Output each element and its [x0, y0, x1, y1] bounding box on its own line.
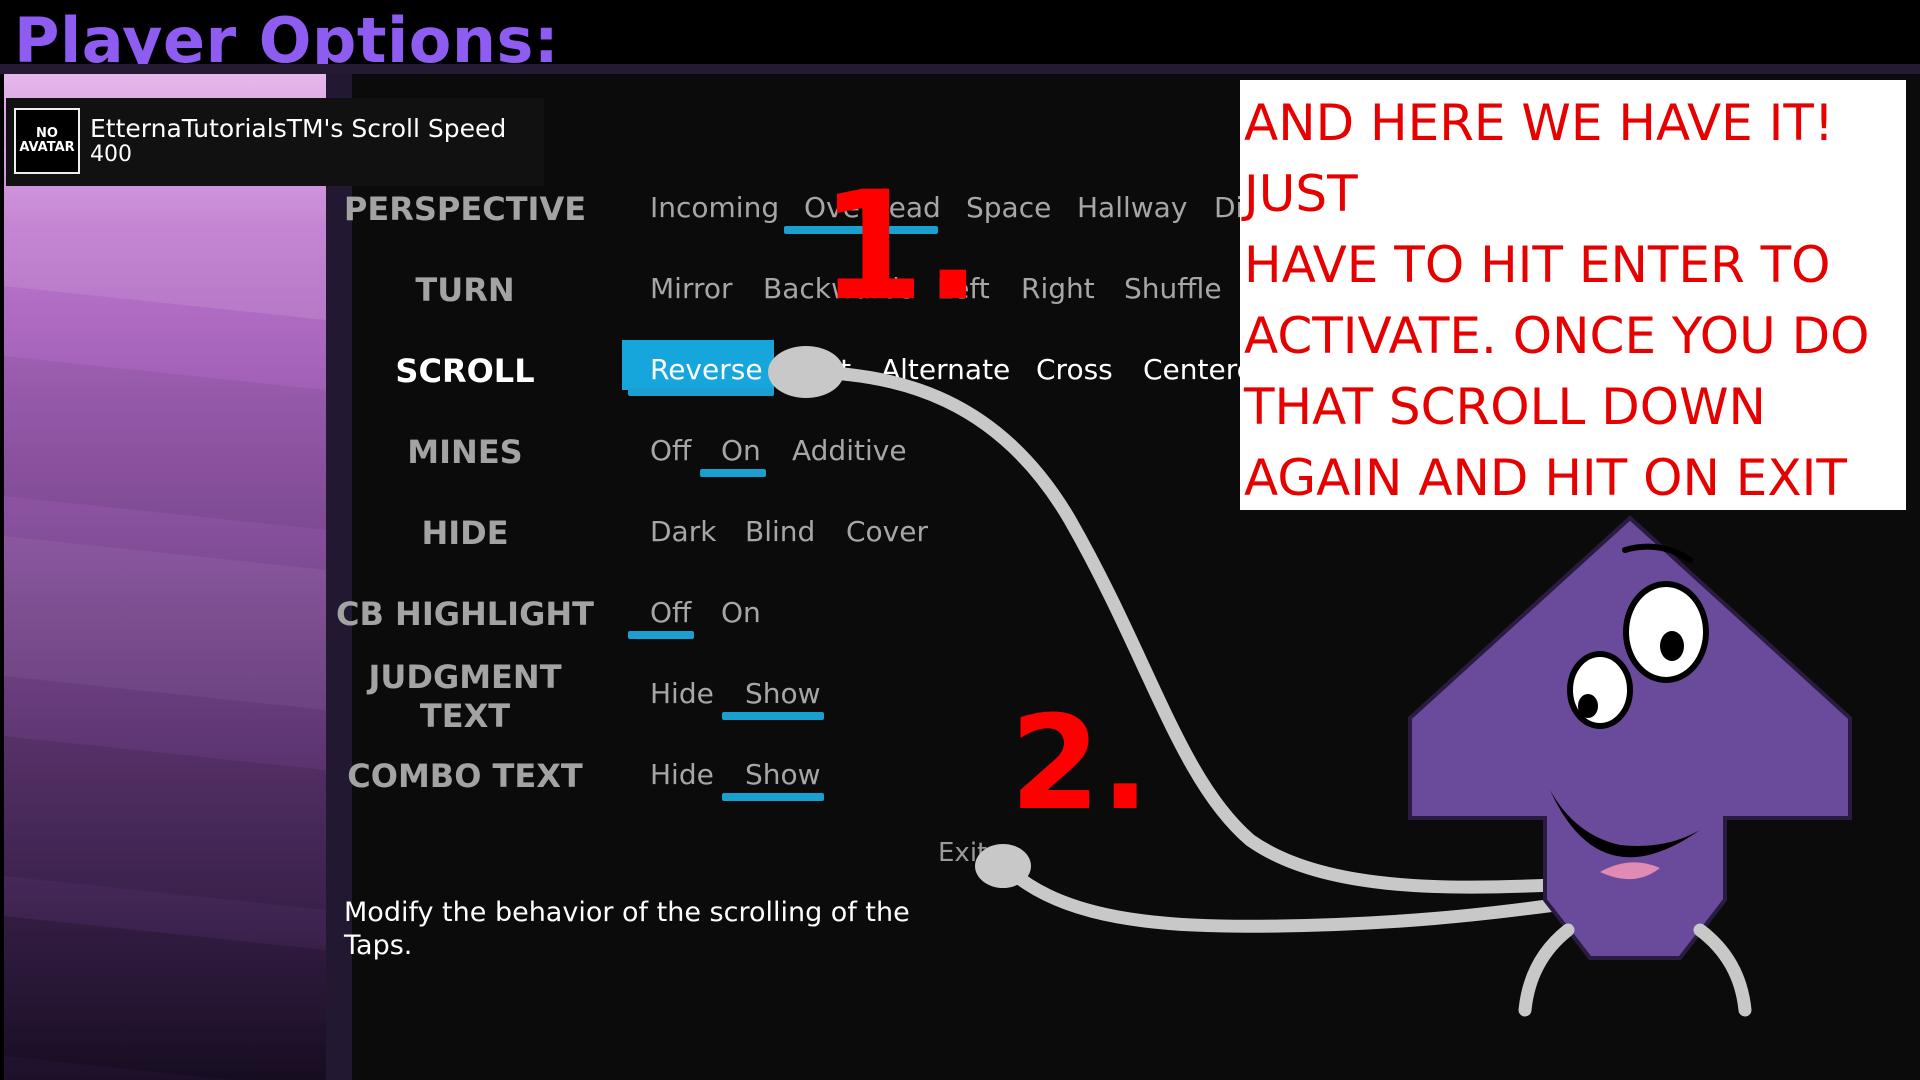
- highlight-mark-exit-icon: [975, 844, 1031, 888]
- note-line: AGAIN AND HIT ON EXIT: [1244, 449, 1847, 507]
- step-2-marker: 2.: [1010, 687, 1150, 839]
- step-1-marker: 1.: [820, 160, 982, 334]
- note-line: AND HERE WE HAVE IT!: [1244, 94, 1834, 152]
- note-line: ACTIVATE. ONCE YOU DO: [1244, 307, 1870, 365]
- note-line: JUST: [1244, 165, 1358, 223]
- tutorial-note: AND HERE WE HAVE IT! JUST HAVE TO HIT EN…: [1240, 80, 1906, 510]
- note-line: HAVE TO HIT ENTER TO: [1244, 236, 1831, 294]
- pointer-line-to-exit-icon: [998, 859, 1562, 933]
- highlight-mark-split-icon: [768, 346, 844, 398]
- purple-arrow-mascot-icon: [1408, 515, 1852, 1017]
- note-line: THAT SCROLL DOWN: [1244, 378, 1766, 436]
